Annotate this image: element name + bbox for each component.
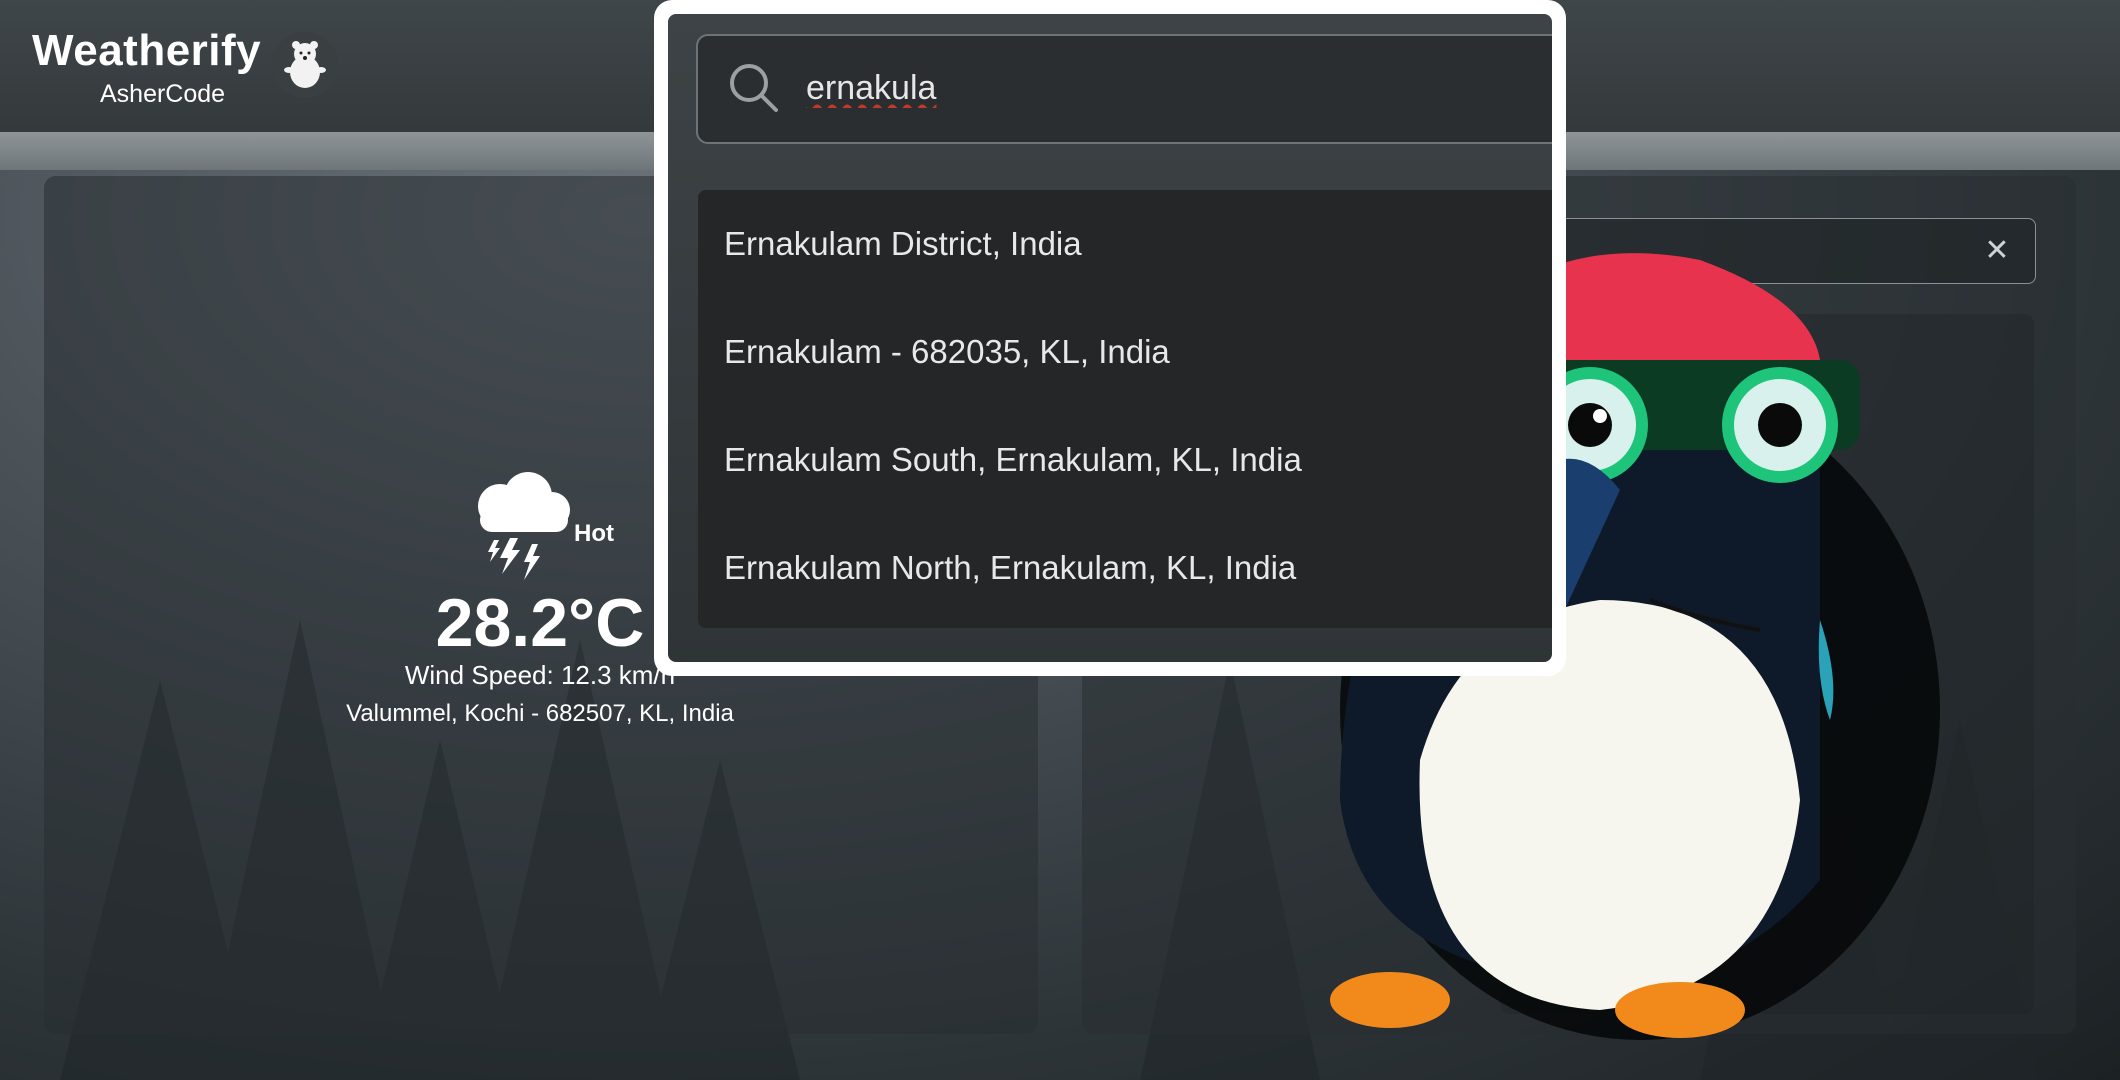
suggestion-item[interactable]: Ernakulam District, India [698,190,1552,298]
app-title: Weatherify [32,26,262,75]
search-overlay: Ernakulam District, India Ernakulam - 68… [654,0,1566,676]
close-icon[interactable]: ✕ [1982,236,2012,266]
brand: Weatherify AsherCode [32,26,262,109]
thunderstorm-cloud-icon [478,472,570,580]
polar-bear-icon [272,32,338,98]
weather-condition: Hot [574,520,614,547]
suggestion-item[interactable]: Ernakulam South, Ernakulam, KL, India [698,406,1552,514]
location-name: Valummel, Kochi - 682507, KL, India [346,700,734,727]
suggestion-list: Ernakulam District, India Ernakulam - 68… [698,190,1552,628]
suggestion-item[interactable]: Ernakulam - 682035, KL, India [698,298,1552,406]
search-panel: Ernakulam District, India Ernakulam - 68… [668,14,1552,662]
search-input[interactable] [804,64,1408,112]
search-box[interactable] [696,34,1552,144]
search-icon [730,64,778,112]
suggestion-item[interactable]: Ernakulam North, Ernakulam, KL, India [698,514,1552,622]
app-subtitle: AsherCode [100,80,226,108]
